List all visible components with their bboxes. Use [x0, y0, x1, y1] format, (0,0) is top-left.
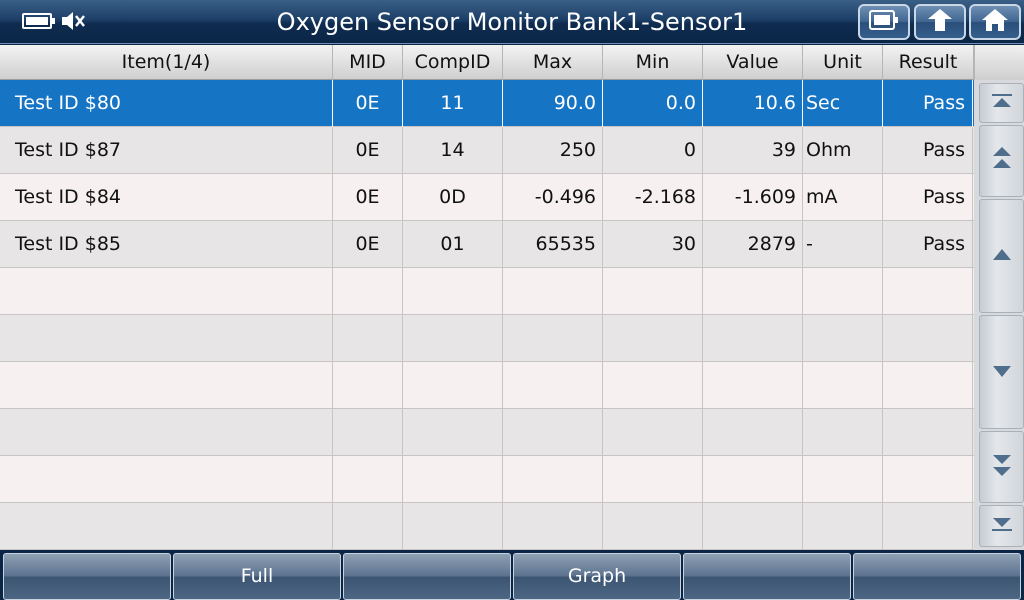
cell-min: -2.168	[603, 174, 703, 221]
cell-mid: 0E	[333, 174, 403, 221]
cell-value: 2879	[703, 221, 803, 268]
page-up-icon	[991, 146, 1013, 176]
scroll-top-button[interactable]	[979, 83, 1024, 123]
cell-item: Test ID $85	[0, 221, 333, 268]
cell-compid: 11	[403, 80, 503, 127]
toolbar-button-5[interactable]	[683, 553, 851, 600]
cell-min: 0	[603, 127, 703, 174]
bottom-toolbar: Full Graph	[0, 550, 1024, 600]
empty-row	[0, 315, 974, 362]
scroll-bottom-icon	[991, 516, 1013, 536]
cell-result: Pass	[883, 174, 973, 221]
screenshot-button[interactable]	[858, 4, 910, 40]
back-arrow-icon	[926, 7, 954, 37]
empty-row	[0, 503, 974, 550]
cell-mid: 0E	[333, 221, 403, 268]
empty-row	[0, 409, 974, 456]
back-button[interactable]	[914, 4, 966, 40]
cell-min: 0.0	[603, 80, 703, 127]
table-row[interactable]: Test ID $80 0E 11 90.0 0.0 10.6 Sec Pass	[0, 80, 974, 127]
cell-unit: mA	[803, 174, 883, 221]
cell-result: Pass	[883, 80, 973, 127]
cell-unit: Sec	[803, 80, 883, 127]
screenshot-icon	[868, 8, 900, 36]
cell-mid: 0E	[333, 127, 403, 174]
cell-item: Test ID $87	[0, 127, 333, 174]
toolbar-button-1[interactable]	[3, 553, 171, 600]
scroll-bottom-button[interactable]	[979, 505, 1024, 547]
cell-value: -1.609	[703, 174, 803, 221]
cell-result: Pass	[883, 127, 973, 174]
cell-max: 250	[503, 127, 603, 174]
cell-item: Test ID $80	[0, 80, 333, 127]
home-button[interactable]	[969, 4, 1021, 40]
line-down-button[interactable]	[979, 315, 1024, 429]
column-header-unit[interactable]: Unit	[803, 45, 883, 80]
cell-unit: -	[803, 221, 883, 268]
cell-unit: Ohm	[803, 127, 883, 174]
toolbar-button-6[interactable]	[853, 553, 1021, 600]
cell-compid: 01	[403, 221, 503, 268]
cell-item: Test ID $84	[0, 174, 333, 221]
page-up-button[interactable]	[979, 125, 1024, 197]
column-header-min[interactable]: Min	[603, 45, 703, 80]
column-header-max[interactable]: Max	[503, 45, 603, 80]
column-header-mid[interactable]: MID	[333, 45, 403, 80]
cell-compid: 14	[403, 127, 503, 174]
table-row[interactable]: Test ID $84 0E 0D -0.496 -2.168 -1.609 m…	[0, 174, 974, 221]
table-row[interactable]: Test ID $87 0E 14 250 0 39 Ohm Pass	[0, 127, 974, 174]
empty-row	[0, 268, 974, 315]
table-row[interactable]: Test ID $85 0E 01 65535 30 2879 - Pass	[0, 221, 974, 268]
cell-min: 30	[603, 221, 703, 268]
cell-compid: 0D	[403, 174, 503, 221]
home-icon	[980, 7, 1010, 37]
title-bar: Oxygen Sensor Monitor Bank1-Sensor1	[0, 0, 1024, 44]
line-up-button[interactable]	[979, 199, 1024, 313]
line-down-icon	[991, 363, 1013, 382]
toolbar-button-3[interactable]	[343, 553, 511, 600]
page-down-icon	[991, 452, 1013, 482]
line-up-icon	[991, 247, 1013, 266]
cell-result: Pass	[883, 221, 973, 268]
cell-max: -0.496	[503, 174, 603, 221]
cell-mid: 0E	[333, 80, 403, 127]
column-header-compid[interactable]: CompID	[403, 45, 503, 80]
data-table: Item(1/4) MID CompID Max Min Value Unit …	[0, 45, 974, 550]
full-button[interactable]: Full	[173, 553, 341, 600]
table-header: Item(1/4) MID CompID Max Min Value Unit …	[0, 45, 974, 80]
cell-max: 90.0	[503, 80, 603, 127]
cell-max: 65535	[503, 221, 603, 268]
column-header-value[interactable]: Value	[703, 45, 803, 80]
cell-value: 10.6	[703, 80, 803, 127]
empty-row	[0, 362, 974, 409]
scroll-top-icon	[991, 93, 1013, 113]
column-header-item[interactable]: Item(1/4)	[0, 45, 333, 80]
empty-row	[0, 456, 974, 503]
page-down-button[interactable]	[979, 431, 1024, 503]
column-header-result[interactable]: Result	[883, 45, 974, 80]
graph-button[interactable]: Graph	[513, 553, 681, 600]
scroll-bar[interactable]	[974, 45, 1024, 550]
cell-value: 39	[703, 127, 803, 174]
